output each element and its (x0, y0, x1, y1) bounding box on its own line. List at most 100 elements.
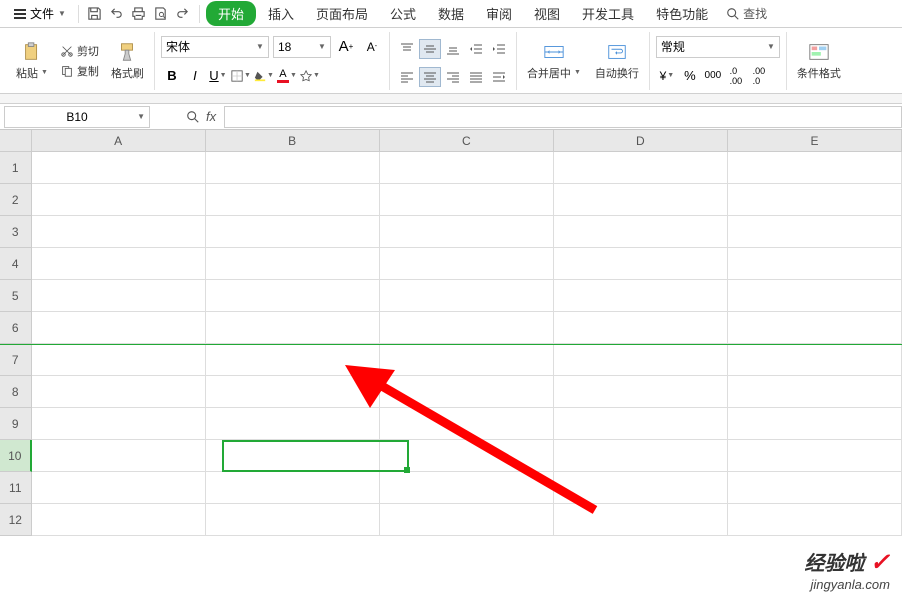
fx-icon[interactable]: fx (206, 109, 216, 124)
cell-E4[interactable] (728, 248, 902, 280)
cell-D5[interactable] (554, 280, 728, 312)
cell-B8[interactable] (206, 376, 380, 408)
cell-A2[interactable] (32, 184, 206, 216)
cell-C11[interactable] (380, 472, 554, 504)
row-header-2[interactable]: 2 (0, 184, 32, 216)
select-all-corner[interactable] (0, 130, 32, 152)
grow-font-button[interactable]: A+ (335, 37, 357, 57)
cut-button[interactable]: 剪切 (56, 42, 103, 60)
bold-button[interactable]: B (161, 66, 183, 86)
copy-button[interactable]: 复制 (56, 62, 103, 80)
cell-B12[interactable] (206, 504, 380, 536)
file-menu[interactable]: 文件 ▼ (8, 3, 72, 24)
increase-indent-button[interactable] (488, 39, 510, 59)
format-painter-button[interactable]: 格式刷 (107, 39, 148, 83)
cell-C2[interactable] (380, 184, 554, 216)
col-header-C[interactable]: C (380, 130, 554, 152)
wrap-text-button[interactable]: 自动换行 (591, 39, 643, 83)
justify-button[interactable] (465, 67, 487, 87)
cell-E10[interactable] (728, 440, 902, 472)
cell-D12[interactable] (554, 504, 728, 536)
cell-B10[interactable] (206, 440, 380, 472)
align-top-button[interactable] (396, 39, 418, 59)
cell-B1[interactable] (206, 152, 380, 184)
cell-D8[interactable] (554, 376, 728, 408)
cell-A12[interactable] (32, 504, 206, 536)
cell-C4[interactable] (380, 248, 554, 280)
tab-dev-tools[interactable]: 开发工具 (572, 0, 644, 27)
zoom-icon[interactable] (186, 110, 200, 124)
cell-B4[interactable] (206, 248, 380, 280)
cell-C7[interactable] (380, 344, 554, 376)
cell-C10[interactable] (380, 440, 554, 472)
cell-B2[interactable] (206, 184, 380, 216)
cell-E5[interactable] (728, 280, 902, 312)
cell-A3[interactable] (32, 216, 206, 248)
col-header-E[interactable]: E (728, 130, 902, 152)
col-header-A[interactable]: A (32, 130, 206, 152)
italic-button[interactable]: I (184, 66, 206, 86)
print-icon[interactable] (129, 4, 149, 24)
undo-icon[interactable] (107, 4, 127, 24)
align-right-button[interactable] (442, 67, 464, 87)
orientation-button[interactable] (488, 67, 510, 87)
row-header-7[interactable]: 7 (0, 344, 32, 376)
cell-D4[interactable] (554, 248, 728, 280)
cell-C6[interactable] (380, 312, 554, 344)
tab-formulas[interactable]: 公式 (380, 0, 426, 27)
cell-C3[interactable] (380, 216, 554, 248)
cell-D2[interactable] (554, 184, 728, 216)
cell-B5[interactable] (206, 280, 380, 312)
row-header-10[interactable]: 10 (0, 440, 32, 472)
decrease-indent-button[interactable] (465, 39, 487, 59)
tab-view[interactable]: 视图 (524, 0, 570, 27)
row-header-4[interactable]: 4 (0, 248, 32, 280)
cell-E9[interactable] (728, 408, 902, 440)
save-icon[interactable] (85, 4, 105, 24)
effects-button[interactable]: ▼ (299, 66, 321, 86)
cell-A6[interactable] (32, 312, 206, 344)
font-size-combo[interactable]: 18▼ (273, 36, 331, 58)
cell-D10[interactable] (554, 440, 728, 472)
currency-button[interactable]: ¥▼ (656, 66, 678, 86)
row-header-12[interactable]: 12 (0, 504, 32, 536)
search-button[interactable]: 查找 (726, 5, 767, 22)
cell-B3[interactable] (206, 216, 380, 248)
tab-special[interactable]: 特色功能 (646, 0, 718, 27)
border-button[interactable]: ▼ (230, 66, 252, 86)
cell-E2[interactable] (728, 184, 902, 216)
print-preview-icon[interactable] (151, 4, 171, 24)
cell-E12[interactable] (728, 504, 902, 536)
row-header-8[interactable]: 8 (0, 376, 32, 408)
cell-E6[interactable] (728, 312, 902, 344)
redo-icon[interactable] (173, 4, 193, 24)
paste-button[interactable]: 粘贴▼ (12, 39, 52, 83)
font-color-button[interactable]: A▼ (276, 66, 298, 86)
row-header-1[interactable]: 1 (0, 152, 32, 184)
increase-decimal-button[interactable]: .0.00 (725, 66, 747, 86)
cell-D3[interactable] (554, 216, 728, 248)
align-left-button[interactable] (396, 67, 418, 87)
cell-D6[interactable] (554, 312, 728, 344)
font-name-combo[interactable]: 宋体▼ (161, 36, 269, 58)
align-middle-button[interactable] (419, 39, 441, 59)
cell-B6[interactable] (206, 312, 380, 344)
cell-C8[interactable] (380, 376, 554, 408)
align-bottom-button[interactable] (442, 39, 464, 59)
comma-style-button[interactable]: 000 (702, 66, 724, 86)
tab-start[interactable]: 开始 (206, 1, 256, 26)
percent-button[interactable]: % (679, 66, 701, 86)
col-header-D[interactable]: D (554, 130, 728, 152)
tab-insert[interactable]: 插入 (258, 0, 304, 27)
number-format-combo[interactable]: 常规▼ (656, 36, 780, 58)
cell-E1[interactable] (728, 152, 902, 184)
cell-A1[interactable] (32, 152, 206, 184)
cell-E7[interactable] (728, 344, 902, 376)
row-header-6[interactable]: 6 (0, 312, 32, 344)
cell-C5[interactable] (380, 280, 554, 312)
merge-center-button[interactable]: 合并居中▼ (523, 39, 585, 83)
cell-D11[interactable] (554, 472, 728, 504)
cell-D1[interactable] (554, 152, 728, 184)
col-header-B[interactable]: B (206, 130, 380, 152)
cell-B11[interactable] (206, 472, 380, 504)
